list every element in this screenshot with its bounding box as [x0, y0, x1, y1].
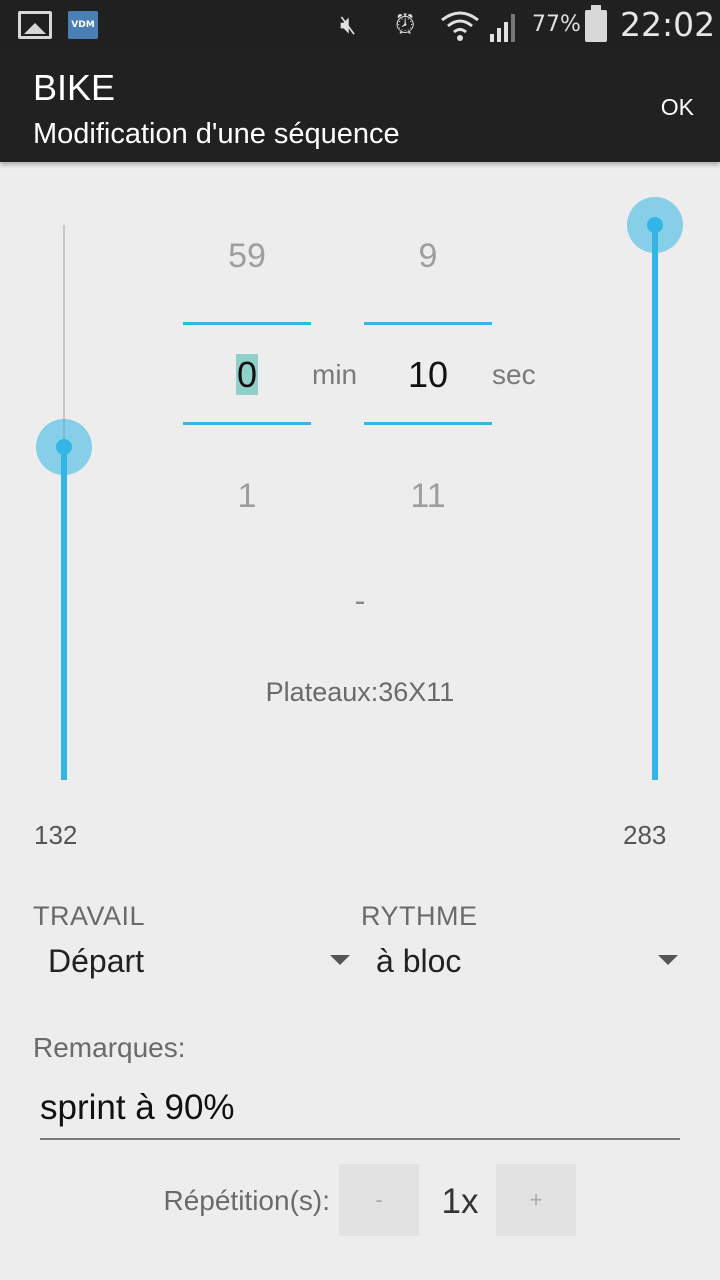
- minutes-unit: min: [312, 359, 358, 390]
- left-slider[interactable]: [35, 225, 95, 780]
- travail-label: TRAVAIL: [33, 901, 146, 931]
- decrement-button[interactable]: -: [339, 1164, 419, 1236]
- travail-dropdown-icon[interactable]: [330, 955, 350, 965]
- minutes-bottom-divider: [183, 422, 311, 425]
- dash-separator: -: [354, 584, 366, 619]
- left-slider-fill: [61, 447, 67, 780]
- rythme-label: RYTHME: [361, 901, 478, 931]
- ok-button[interactable]: OK: [661, 90, 694, 124]
- wifi-icon: [441, 11, 479, 41]
- minutes-prev[interactable]: 59: [183, 234, 311, 278]
- app-title: BIKE: [33, 67, 116, 108]
- minutes-next[interactable]: 1: [183, 474, 311, 518]
- seconds-next[interactable]: 11: [364, 474, 492, 518]
- rythme-dropdown-icon[interactable]: [658, 955, 678, 965]
- mute-icon: 🔇︎: [340, 10, 357, 40]
- seconds-bottom-divider: [364, 422, 492, 425]
- signal-icon: [490, 14, 515, 42]
- seconds-top-divider: [364, 322, 492, 325]
- battery-percent: 77%: [532, 12, 581, 37]
- image-icon: [18, 11, 52, 39]
- screen-subtitle: Modification d'une séquence: [33, 118, 400, 150]
- minutes-current-value[interactable]: 0: [235, 354, 259, 395]
- repetitions-count: 1x: [441, 1182, 479, 1221]
- alarm-icon: ⏰︎: [395, 10, 416, 40]
- status-bar: VDM 🔇︎ ⏰︎ 77% 22:02: [0, 0, 720, 50]
- remarks-input[interactable]: [40, 1078, 680, 1140]
- right-slider-thumb[interactable]: [627, 197, 683, 253]
- travail-value[interactable]: Départ: [48, 940, 144, 982]
- vdm-icon: VDM: [68, 11, 98, 39]
- minutes-current[interactable]: 0: [183, 350, 311, 400]
- seconds-unit: sec: [492, 359, 536, 390]
- seconds-prev[interactable]: 9: [364, 234, 492, 278]
- left-slider-thumb[interactable]: [36, 419, 92, 475]
- remarks-label: Remarques:: [33, 1032, 186, 1063]
- right-slider[interactable]: [626, 197, 686, 780]
- repetitions-label: Répétition(s):: [163, 1185, 330, 1216]
- action-bar: BIKE Modification d'une séquence OK: [0, 50, 720, 162]
- battery-icon: [585, 5, 607, 42]
- minutes-top-divider: [183, 322, 311, 325]
- rythme-value[interactable]: à bloc: [376, 940, 461, 982]
- increment-button[interactable]: +: [496, 1164, 576, 1236]
- clock: 22:02: [620, 5, 716, 44]
- plateaux-label: Plateaux:36X11: [265, 677, 455, 707]
- right-slider-fill: [652, 225, 658, 780]
- left-slider-value: 132: [34, 820, 78, 850]
- right-slider-value: 283: [623, 820, 667, 850]
- seconds-current[interactable]: 10: [364, 350, 492, 400]
